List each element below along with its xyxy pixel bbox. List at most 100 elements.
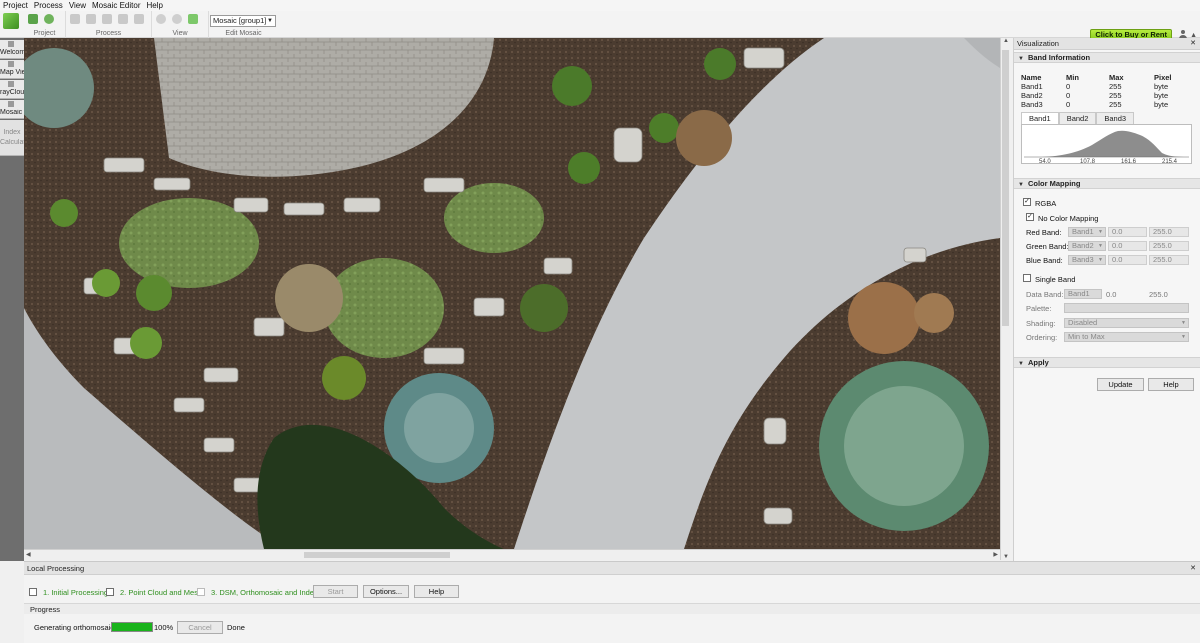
tab-raycloud[interactable]: rayCloud: [0, 80, 24, 99]
step3-checkbox[interactable]: [197, 588, 205, 596]
column-header: Max: [1109, 73, 1124, 82]
band-histogram: [1021, 124, 1192, 164]
close-icon[interactable]: ✕: [1190, 38, 1196, 50]
progress-bar: [111, 622, 153, 632]
scrollbar-thumb[interactable]: [304, 552, 450, 558]
menu-mosaic-editor[interactable]: Mosaic Editor: [89, 1, 143, 10]
red-band-min[interactable]: 0.0: [1108, 227, 1147, 237]
help-button[interactable]: Help: [1148, 378, 1194, 391]
green-band-max[interactable]: 255.0: [1149, 241, 1189, 251]
cell: 255: [1109, 82, 1122, 91]
table-row: Band2 0 255 byte: [1021, 91, 1191, 100]
new-project-icon[interactable]: [28, 14, 38, 24]
raycloud-icon: [8, 81, 14, 87]
toolbar-group-label: Project: [33, 30, 56, 37]
red-band-select[interactable]: Band1 ▼: [1068, 227, 1106, 237]
open-project-icon[interactable]: [44, 14, 54, 24]
cell: 0: [1066, 91, 1071, 100]
fit-view-icon[interactable]: [188, 14, 198, 24]
zoom-in-icon[interactable]: [156, 14, 166, 24]
update-button[interactable]: Update: [1097, 378, 1144, 391]
process-step2-icon[interactable]: [86, 14, 96, 24]
visualization-panel-header: Visualization ✕: [1014, 38, 1200, 50]
rgba-checkbox[interactable]: ✓: [1023, 198, 1031, 206]
tab-map-view[interactable]: Map View: [0, 60, 24, 79]
shading-select[interactable]: Disabled ▼: [1064, 318, 1189, 328]
scroll-down-icon[interactable]: ▼: [1003, 554, 1009, 560]
map-icon: [8, 61, 14, 67]
toolbar: Project Process View Edit Mosaic Mosaic …: [0, 11, 1200, 41]
single-band-checkbox[interactable]: [1023, 274, 1031, 282]
green-band-min[interactable]: 0.0: [1108, 241, 1147, 251]
data-band-max: 255.0: [1149, 290, 1168, 299]
view-horizontal-scrollbar[interactable]: ◀ ▶: [24, 549, 1000, 560]
tab-label-line2: Calculator: [0, 139, 24, 146]
no-color-mapping-label: No Color Mapping: [1038, 214, 1099, 223]
options-button[interactable]: Options...: [363, 585, 409, 598]
histogram-tick: 161.6: [1121, 159, 1137, 165]
local-processing-panel: Local Processing ✕ 1. Initial Processing…: [24, 561, 1200, 643]
apply-header[interactable]: ▼ Apply: [1014, 357, 1200, 368]
blue-band-min[interactable]: 0.0: [1108, 255, 1147, 265]
progress-percent: 100%: [154, 623, 174, 632]
view-vertical-scrollbar[interactable]: ▲ ▼: [1000, 38, 1010, 560]
process-step3-icon[interactable]: [102, 14, 112, 24]
cell: byte: [1154, 82, 1169, 91]
tab-mosaic-editor[interactable]: Mosaic Editor: [0, 100, 24, 119]
shading-label: Shading:: [1026, 319, 1056, 328]
chevron-down-icon: ▼: [1181, 320, 1186, 326]
tab-label: Index: [3, 129, 21, 136]
tab-band1[interactable]: Band1: [1021, 112, 1059, 124]
data-band-select[interactable]: Band1: [1064, 289, 1102, 299]
mosaic-select-value: Mosaic [group1]: [213, 16, 267, 25]
no-color-mapping-checkbox[interactable]: ✓: [1026, 213, 1034, 221]
collapse-triangle-icon: ▼: [1018, 361, 1024, 367]
scroll-left-icon[interactable]: ◀: [26, 551, 31, 558]
scrollbar-thumb[interactable]: [1002, 50, 1009, 326]
cell: Band3: [1021, 100, 1043, 109]
step3-label: 3. DSM, Orthomosaic and Index: [211, 588, 318, 597]
menu-process[interactable]: Process: [31, 1, 66, 10]
green-band-select[interactable]: Band2 ▼: [1068, 241, 1106, 251]
menu-view[interactable]: View: [66, 1, 89, 10]
process-options-icon[interactable]: [118, 14, 128, 24]
process-report-icon[interactable]: [134, 14, 144, 24]
scroll-right-icon[interactable]: ▶: [993, 551, 998, 558]
mosaic-select[interactable]: Mosaic [group1] ▼: [210, 15, 276, 27]
cell: 255: [1109, 91, 1122, 100]
collapse-triangle-icon: ▼: [1018, 56, 1024, 62]
band-information-table: Name Min Max Pixel Band1 0 255 byte Band…: [1021, 73, 1191, 109]
process-step1-icon[interactable]: [70, 14, 80, 24]
toolbar-group-label: View: [172, 30, 188, 37]
processing-help-button[interactable]: Help: [414, 585, 459, 598]
scroll-up-icon[interactable]: ▲: [1003, 38, 1009, 44]
tab-index-calculator[interactable]: Index Calculator: [0, 120, 24, 156]
palette-select[interactable]: [1064, 303, 1189, 313]
chevron-down-icon: ▼: [267, 18, 273, 24]
step1-checkbox[interactable]: [29, 588, 37, 596]
step2-checkbox[interactable]: [106, 588, 114, 596]
start-button[interactable]: Start: [313, 585, 358, 598]
zoom-out-icon[interactable]: [172, 14, 182, 24]
color-mapping-header[interactable]: ▼ Color Mapping: [1014, 178, 1200, 189]
side-tab-strip: Welcome Map View rayCloud Mosaic Editor …: [0, 38, 24, 561]
blue-band-select[interactable]: Band3 ▼: [1068, 255, 1106, 265]
menu-project[interactable]: Project: [0, 1, 31, 10]
progress-fill: [112, 623, 152, 631]
tab-band2[interactable]: Band2: [1058, 112, 1097, 124]
histogram-tick: 107.8: [1080, 159, 1096, 165]
local-processing-header: Local Processing ✕: [24, 562, 1200, 575]
ordering-select[interactable]: Min to Max ▼: [1064, 332, 1189, 342]
close-icon[interactable]: ✕: [1190, 562, 1196, 575]
table-header-row: Name Min Max Pixel: [1021, 73, 1191, 82]
panel-title: Visualization: [1017, 39, 1059, 48]
menu-help[interactable]: Help: [143, 1, 165, 10]
tab-welcome[interactable]: Welcome: [0, 40, 24, 59]
orthomosaic-view[interactable]: [24, 38, 1000, 549]
red-band-label: Red Band:: [1026, 228, 1062, 237]
cancel-button[interactable]: Cancel: [177, 621, 223, 634]
band-information-header[interactable]: ▼ Band Information: [1014, 52, 1200, 63]
blue-band-max[interactable]: 255.0: [1149, 255, 1189, 265]
red-band-max[interactable]: 255.0: [1149, 227, 1189, 237]
tab-band3[interactable]: Band3: [1096, 112, 1135, 124]
